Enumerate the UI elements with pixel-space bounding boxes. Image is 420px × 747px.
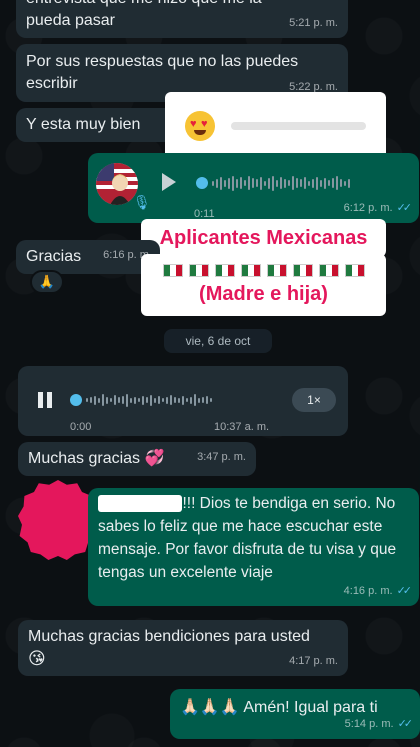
message-time: 6:12 p. m. ✓✓: [344, 197, 413, 219]
reaction-badge[interactable]: 🙏: [30, 270, 64, 294]
message-time: 5:14 p. m. ✓✓: [345, 713, 414, 735]
date-separator: vie, 6 de oct: [164, 329, 272, 353]
overlay-subtitle-box: (Madre e hija): [141, 254, 386, 316]
playback-speed-button[interactable]: 1×: [292, 388, 336, 412]
message-incoming[interactable]: Y esta muy bien: [16, 108, 186, 142]
message-outgoing[interactable]: 🙏🏻🙏🏻🙏🏻 Amén! Igual para ti 5:14 p. m. ✓✓: [170, 689, 420, 739]
emoji-slider-sticker[interactable]: ♥ ♥: [165, 92, 386, 159]
mexico-flags: [160, 264, 368, 277]
message-incoming[interactable]: Muchas gracias 💞 3:47 p. m.: [18, 442, 256, 476]
praying-hands-icon: 🙏: [38, 274, 56, 289]
play-icon[interactable]: [162, 173, 176, 191]
heart-eyes-emoji-icon: ♥ ♥: [185, 110, 215, 141]
read-ticks-icon: ✓✓: [397, 718, 414, 730]
message-text: Bendiciones!!! Dios te bendiga en serio.…: [98, 495, 397, 581]
message-time: 10:37 a. m.: [214, 421, 270, 433]
message-time: 3:47 p. m.: [197, 451, 246, 463]
message-text: Muchas gracias bendiciones para usted: [28, 628, 310, 645]
message-incoming[interactable]: Gracias 6:16 p. m.: [16, 240, 160, 274]
message-time: 4:17 p. m.: [289, 655, 338, 667]
read-ticks-icon: ✓✓: [396, 202, 413, 214]
message-text: Por sus respuestas que no las puedes esc…: [26, 53, 299, 92]
voice-waveform[interactable]: [196, 175, 406, 191]
message-time: 4:16 p. m. ✓✓: [344, 580, 413, 602]
playback-dot[interactable]: [70, 394, 82, 406]
sender-avatar: [96, 163, 138, 205]
mexico-flag-icon: [266, 264, 287, 277]
message-text: Y esta muy bien: [26, 116, 141, 133]
emoji-slider-track[interactable]: [231, 121, 366, 130]
mexico-flag-icon: [162, 264, 183, 277]
mexico-flag-icon: [240, 264, 261, 277]
message-text: entrevista que me hizo que me la pueda p…: [26, 0, 262, 29]
mexico-flag-icon: [318, 264, 339, 277]
message-incoming[interactable]: Muchas gracias bendiciones para usted 😘 …: [18, 620, 348, 676]
overlay-title: Aplicantes Mexicanas: [159, 226, 368, 249]
message-outgoing[interactable]: Bendiciones!!! Dios te bendiga en serio.…: [88, 488, 419, 606]
message-time: 5:21 p. m.: [289, 17, 338, 29]
voice-waveform[interactable]: [70, 392, 270, 408]
message-incoming[interactable]: entrevista que me hizo que me la pueda p…: [16, 0, 348, 38]
playback-dot[interactable]: [196, 177, 208, 189]
voice-message-outgoing[interactable]: 🎙 0:11 6:12 p. m. ✓✓: [88, 153, 419, 223]
mexico-flag-icon: [188, 264, 209, 277]
redacted-text: Bendiciones: [98, 495, 183, 512]
microphone-icon: 🎙: [133, 194, 151, 210]
mexico-flag-icon: [214, 264, 235, 277]
pause-icon[interactable]: [38, 392, 52, 408]
voice-message-incoming[interactable]: 1× 0:00 10:37 a. m.: [18, 366, 348, 436]
read-ticks-icon: ✓✓: [396, 585, 413, 597]
mexico-flag-icon: [292, 264, 313, 277]
overlay-subtitle: (Madre e hija): [199, 283, 328, 305]
mexico-flag-icon: [344, 264, 365, 277]
overlay-title-box: Aplicantes Mexicanas: [141, 219, 386, 257]
voice-duration: 0:00: [70, 421, 92, 433]
